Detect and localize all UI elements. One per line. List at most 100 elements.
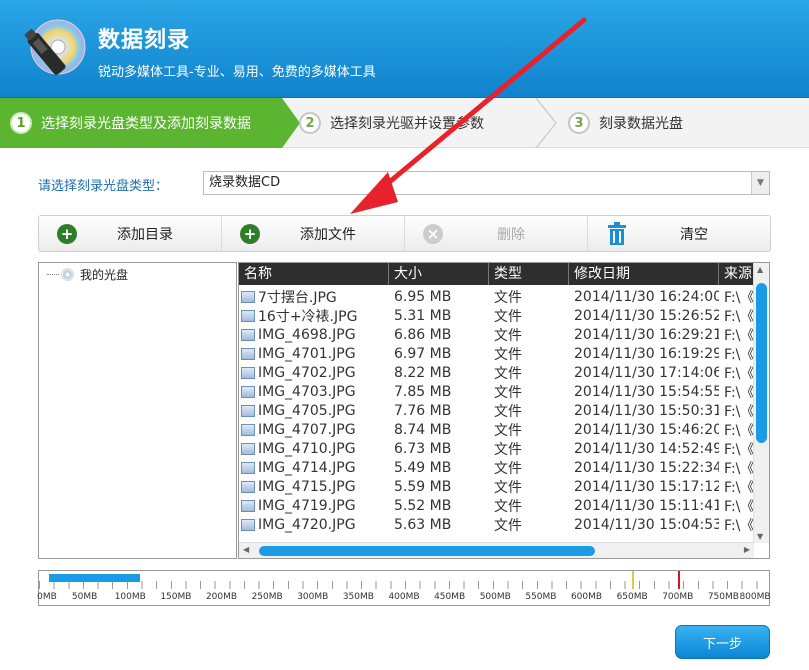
image-file-icon bbox=[241, 328, 255, 341]
file-name-cell: IMG_4702.JPG bbox=[239, 365, 389, 381]
file-row[interactable]: IMG_4698.JPG 6.86 MB 文件 2014/11/30 16:29:21… bbox=[239, 325, 754, 344]
column-header-type[interactable]: 类型 bbox=[489, 263, 569, 285]
file-size: 5.52 MB bbox=[394, 497, 452, 514]
column-header-size[interactable]: 大小 bbox=[389, 263, 489, 285]
capacity-label: 0MB bbox=[37, 592, 57, 602]
app-subtitle: 锐动多媒体工具-专业、易用、免费的多媒体工具 bbox=[98, 65, 376, 80]
file-type: 文件 bbox=[494, 498, 522, 515]
file-source: F:\《 bbox=[724, 308, 754, 325]
file-row[interactable]: IMG_4705.JPG 7.76 MB 文件 2014/11/30 15:50:31… bbox=[239, 401, 754, 420]
file-name: 16寸+冷裱.JPG bbox=[258, 308, 358, 325]
image-file-icon bbox=[241, 385, 255, 398]
file-list-header: 名称 大小 类型 修改日期 来源 bbox=[239, 263, 754, 285]
disc-type-select[interactable]: 烧录数据CD ▼ bbox=[203, 171, 770, 195]
capacity-label: 500MB bbox=[479, 592, 511, 602]
file-source: F:\《 bbox=[724, 460, 754, 477]
scroll-thumb[interactable] bbox=[259, 546, 595, 556]
file-type: 文件 bbox=[494, 289, 522, 306]
capacity-label: 100MB bbox=[114, 592, 146, 602]
image-file-icon bbox=[241, 404, 255, 417]
image-file-icon bbox=[241, 423, 255, 436]
file-row[interactable]: IMG_4707.JPG 8.74 MB 文件 2014/11/30 15:46:20… bbox=[239, 420, 754, 439]
file-source: F:\《 bbox=[724, 327, 754, 344]
file-row[interactable]: IMG_4720.JPG 5.63 MB 文件 2014/11/30 15:04:53… bbox=[239, 515, 754, 534]
capacity-used-fill bbox=[49, 574, 141, 582]
plus-icon: + bbox=[240, 224, 260, 244]
file-date: 2014/11/30 17:14:06 bbox=[574, 364, 719, 381]
image-file-icon bbox=[241, 347, 255, 360]
file-name: IMG_4701.JPG bbox=[258, 345, 356, 362]
tree-root-item[interactable]: 我的光盘 bbox=[47, 266, 128, 283]
capacity-label: 450MB bbox=[434, 592, 466, 602]
clear-button[interactable]: 清空 bbox=[588, 216, 770, 251]
file-size: 5.59 MB bbox=[394, 478, 452, 495]
column-header-source[interactable]: 来源 bbox=[719, 263, 754, 285]
image-file-icon bbox=[241, 290, 255, 303]
file-row[interactable]: IMG_4703.JPG 7.85 MB 文件 2014/11/30 15:54:55… bbox=[239, 382, 754, 401]
column-header-date[interactable]: 修改日期 bbox=[569, 263, 719, 285]
file-size: 8.22 MB bbox=[394, 364, 452, 381]
file-size: 8.74 MB bbox=[394, 421, 452, 438]
scroll-thumb[interactable] bbox=[756, 283, 767, 443]
file-type: 文件 bbox=[494, 460, 522, 477]
scroll-right-icon[interactable]: ▶ bbox=[744, 545, 750, 554]
scroll-down-icon[interactable]: ▼ bbox=[757, 532, 763, 541]
file-name-cell: IMG_4720.JPG bbox=[239, 517, 389, 533]
capacity-label: 350MB bbox=[342, 592, 374, 602]
scroll-up-icon[interactable]: ▲ bbox=[757, 265, 763, 274]
capacity-label: 250MB bbox=[251, 592, 283, 602]
file-size: 6.97 MB bbox=[394, 345, 452, 362]
image-file-icon bbox=[241, 366, 255, 379]
file-row[interactable]: 16寸+冷裱.JPG 5.31 MB 文件 2014/11/30 15:26:52 F:… bbox=[239, 306, 754, 325]
disc-icon bbox=[61, 268, 74, 281]
next-button[interactable]: 下一步 bbox=[675, 625, 770, 659]
file-type: 文件 bbox=[494, 308, 522, 325]
scroll-left-icon[interactable]: ◀ bbox=[243, 545, 249, 554]
file-row[interactable]: IMG_4719.JPG 5.52 MB 文件 2014/11/30 15:11:41… bbox=[239, 496, 754, 515]
file-rows: 7寸摆台.JPG 6.95 MB 文件 2014/11/30 16:24:00 F:\《… bbox=[239, 287, 754, 534]
add-folder-button[interactable]: + 添加目录 bbox=[39, 216, 222, 251]
delete-button[interactable]: × 删除 bbox=[405, 216, 588, 251]
file-type: 文件 bbox=[494, 422, 522, 439]
add-file-button[interactable]: + 添加文件 bbox=[222, 216, 405, 251]
file-date: 2014/11/30 15:11:41 bbox=[574, 497, 719, 514]
trash-icon bbox=[608, 222, 626, 245]
chevron-down-icon[interactable]: ▼ bbox=[751, 172, 769, 194]
step-number: 2 bbox=[299, 112, 321, 134]
file-source: F:\《 bbox=[724, 517, 754, 534]
file-row[interactable]: IMG_4702.JPG 8.22 MB 文件 2014/11/30 17:14:06… bbox=[239, 363, 754, 382]
file-name: IMG_4703.JPG bbox=[258, 383, 356, 400]
file-size: 6.73 MB bbox=[394, 440, 452, 457]
file-list-panel: 名称 大小 类型 修改日期 来源 7寸摆台.JPG 6.95 MB 文件 2014/1… bbox=[238, 262, 770, 559]
file-date: 2014/11/30 15:17:12 bbox=[574, 478, 719, 495]
capacity-bar: 0MB 50MB 100MB 150MB 200MB 250MB 300MB 350MB 400… bbox=[37, 570, 771, 606]
file-source: F:\《 bbox=[724, 498, 754, 515]
file-row[interactable]: IMG_4714.JPG 5.49 MB 文件 2014/11/30 15:22:34… bbox=[239, 458, 754, 477]
file-size: 6.95 MB bbox=[394, 288, 452, 305]
horizontal-scrollbar[interactable]: ◀ ▶ bbox=[239, 542, 754, 558]
file-name-cell: IMG_4715.JPG bbox=[239, 479, 389, 495]
file-row[interactable]: IMG_4701.JPG 6.97 MB 文件 2014/11/30 16:19:29… bbox=[239, 344, 754, 363]
file-row[interactable]: IMG_4710.JPG 6.73 MB 文件 2014/11/30 14:52:49… bbox=[239, 439, 754, 458]
step-label: 选择刻录光盘类型及添加刻录数据 bbox=[41, 116, 251, 132]
capacity-label: 750MB bbox=[707, 592, 739, 602]
file-source: F:\《 bbox=[724, 403, 754, 420]
file-date: 2014/11/30 15:46:20 bbox=[574, 421, 719, 438]
file-name: IMG_4698.JPG bbox=[258, 326, 356, 343]
step-number: 3 bbox=[568, 112, 590, 134]
file-row[interactable]: 7寸摆台.JPG 6.95 MB 文件 2014/11/30 16:24:00 F:\《 bbox=[239, 287, 754, 306]
file-name: 7寸摆台.JPG bbox=[258, 289, 337, 306]
vertical-scrollbar[interactable]: ▲ ▼ bbox=[753, 263, 769, 543]
column-header-name[interactable]: 名称 bbox=[239, 263, 389, 285]
file-name-cell: IMG_4705.JPG bbox=[239, 403, 389, 419]
toolbar: + 添加目录 + 添加文件 × 删除 清空 bbox=[38, 215, 771, 252]
file-row[interactable]: IMG_4715.JPG 5.59 MB 文件 2014/11/30 15:17:12… bbox=[239, 477, 754, 496]
file-size: 5.63 MB bbox=[394, 516, 452, 533]
file-type: 文件 bbox=[494, 441, 522, 458]
capacity-label: 800MB bbox=[739, 592, 771, 602]
capacity-ticks bbox=[39, 571, 769, 589]
file-date: 2014/11/30 14:52:49 bbox=[574, 440, 719, 457]
image-file-icon bbox=[241, 461, 255, 474]
step-number: 1 bbox=[10, 112, 32, 134]
file-type: 文件 bbox=[494, 346, 522, 363]
